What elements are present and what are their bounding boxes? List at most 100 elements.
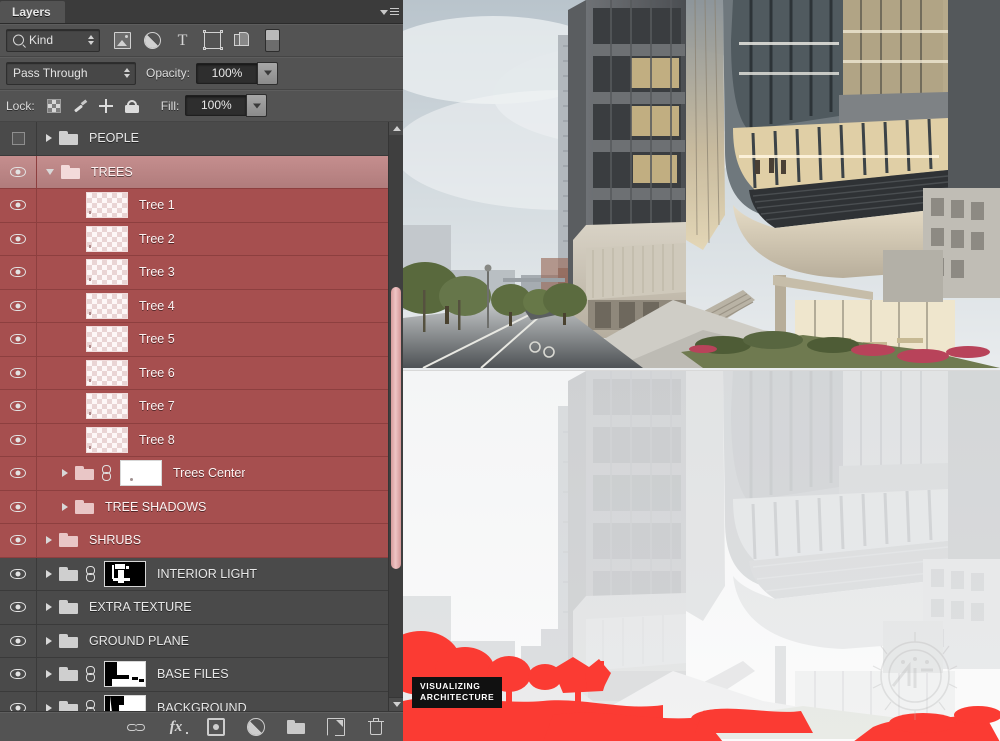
filter-shape-layers-icon[interactable]: [202, 30, 223, 50]
filter-type-layers-icon[interactable]: T: [174, 32, 191, 49]
layer-row[interactable]: PEOPLE: [0, 122, 388, 156]
chevron-right-icon[interactable]: [46, 134, 52, 143]
layer-row[interactable]: Trees Center: [0, 457, 388, 491]
layer-row[interactable]: BACKGROUND: [0, 691, 388, 711]
layer-row[interactable]: GROUND PLANE: [0, 624, 388, 658]
mask-link-icon[interactable]: [85, 666, 96, 683]
layer-style-fx-button[interactable]: fx: [167, 718, 188, 736]
layer-row[interactable]: BASE FILES: [0, 658, 388, 692]
layer-visibility-toggle[interactable]: [0, 423, 37, 456]
mask-link-icon[interactable]: [85, 565, 96, 582]
scrollbar-track[interactable]: [389, 135, 403, 698]
render-preview-top[interactable]: [403, 0, 1000, 371]
layer-visibility-toggle[interactable]: [0, 122, 37, 155]
layer-name[interactable]: GROUND PLANE: [89, 634, 189, 648]
chevron-right-icon[interactable]: [46, 703, 52, 711]
layer-name[interactable]: Trees Center: [173, 466, 245, 480]
layer-name[interactable]: Tree 3: [139, 265, 175, 279]
adjustment-layer-button[interactable]: [247, 717, 265, 736]
render-preview-bottom[interactable]: VISUALIZING ARCHITECTURE: [403, 370, 1000, 741]
layer-thumbnail[interactable]: [86, 359, 128, 386]
layer-name[interactable]: EXTRA TEXTURE: [89, 600, 192, 614]
lock-transparent-pixels-icon[interactable]: [46, 98, 61, 113]
scroll-up-button[interactable]: [389, 122, 403, 136]
layer-visibility-toggle[interactable]: [0, 524, 37, 557]
chevron-down-icon[interactable]: [46, 168, 54, 175]
filter-kind-select[interactable]: Kind: [6, 28, 100, 52]
fill-value[interactable]: 100%: [185, 95, 247, 116]
layer-row[interactable]: Tree 1: [0, 189, 388, 223]
layer-row[interactable]: Tree 3: [0, 256, 388, 290]
layer-name[interactable]: Tree 2: [139, 232, 175, 246]
fill-field[interactable]: 100%: [185, 94, 268, 117]
mask-link-icon[interactable]: [85, 699, 96, 711]
layer-visibility-toggle[interactable]: [0, 390, 37, 423]
layer-row[interactable]: Tree 8: [0, 423, 388, 457]
opacity-value[interactable]: 100%: [196, 62, 258, 84]
layer-list-scrollbar[interactable]: [388, 122, 403, 711]
layer-thumbnail[interactable]: [86, 326, 128, 353]
layer-thumbnail[interactable]: [86, 393, 128, 420]
layer-name[interactable]: Tree 1: [139, 198, 175, 212]
blend-mode-select[interactable]: Pass Through: [6, 61, 136, 85]
chevron-right-icon[interactable]: [46, 603, 52, 612]
layer-name[interactable]: Tree 4: [139, 299, 175, 313]
link-layers-button[interactable]: [127, 718, 145, 736]
filter-pixel-layers-icon[interactable]: [114, 31, 131, 49]
layer-name[interactable]: PEOPLE: [89, 131, 139, 145]
layer-visibility-toggle[interactable]: [0, 490, 37, 523]
layer-thumbnail[interactable]: [104, 661, 146, 688]
scroll-down-button[interactable]: [389, 697, 403, 711]
layer-visibility-toggle[interactable]: [0, 457, 37, 490]
new-layer-button[interactable]: [327, 717, 345, 736]
layer-row[interactable]: Tree 5: [0, 323, 388, 357]
layer-visibility-toggle[interactable]: [0, 323, 37, 356]
layer-list[interactable]: PEOPLE TREES Tree 1 Tree 2 Tree 3 Tree 4 Tree …: [0, 122, 388, 711]
layer-thumbnail[interactable]: [104, 694, 146, 711]
chevron-right-icon[interactable]: [46, 670, 52, 679]
new-group-button[interactable]: [287, 718, 305, 736]
layer-thumbnail[interactable]: [86, 259, 128, 286]
chevron-right-icon[interactable]: [62, 469, 68, 478]
layer-visibility-toggle[interactable]: [0, 658, 37, 691]
layer-thumbnail[interactable]: [86, 426, 128, 453]
chevron-right-icon[interactable]: [62, 502, 68, 511]
layer-visibility-toggle[interactable]: [0, 289, 37, 322]
layer-name[interactable]: INTERIOR LIGHT: [157, 567, 257, 581]
layer-row[interactable]: INTERIOR LIGHT: [0, 557, 388, 591]
layer-row[interactable]: Tree 4: [0, 289, 388, 323]
filter-adjustment-layers-icon[interactable]: [144, 31, 161, 49]
layer-name[interactable]: BASE FILES: [157, 667, 229, 681]
layer-thumbnail[interactable]: [104, 560, 146, 587]
layer-row[interactable]: Tree 2: [0, 222, 388, 256]
mask-link-icon[interactable]: [101, 465, 112, 482]
lock-position-icon[interactable]: [98, 98, 113, 113]
layer-row[interactable]: Tree 6: [0, 356, 388, 390]
layer-row[interactable]: TREES: [0, 155, 388, 189]
layer-name[interactable]: TREES: [91, 165, 133, 179]
layer-name[interactable]: Tree 8: [139, 433, 175, 447]
chevron-right-icon[interactable]: [46, 636, 52, 645]
layer-thumbnail[interactable]: [120, 460, 162, 487]
layer-visibility-toggle[interactable]: [0, 155, 37, 188]
panel-menu-icon[interactable]: [380, 4, 399, 19]
lock-all-icon[interactable]: [124, 99, 139, 113]
layer-row[interactable]: TREE SHADOWS: [0, 490, 388, 524]
fill-dropdown-button[interactable]: [246, 94, 268, 117]
chevron-right-icon[interactable]: [46, 569, 52, 578]
lock-image-pixels-icon[interactable]: [73, 99, 87, 113]
layer-visibility-toggle[interactable]: [0, 189, 37, 222]
layer-visibility-toggle[interactable]: [0, 256, 37, 289]
filter-enable-toggle[interactable]: [265, 28, 280, 52]
layer-visibility-toggle[interactable]: [0, 356, 37, 389]
layer-name[interactable]: Tree 6: [139, 366, 175, 380]
opacity-dropdown-button[interactable]: [257, 61, 279, 85]
layer-visibility-toggle[interactable]: [0, 557, 37, 590]
chevron-right-icon[interactable]: [46, 536, 52, 545]
opacity-field[interactable]: 100%: [196, 61, 279, 85]
layer-name[interactable]: BACKGROUND: [157, 701, 247, 711]
layer-thumbnail[interactable]: [86, 292, 128, 319]
layer-name[interactable]: SHRUBS: [89, 533, 141, 547]
layer-visibility-toggle[interactable]: [0, 591, 37, 624]
layer-name[interactable]: Tree 5: [139, 332, 175, 346]
